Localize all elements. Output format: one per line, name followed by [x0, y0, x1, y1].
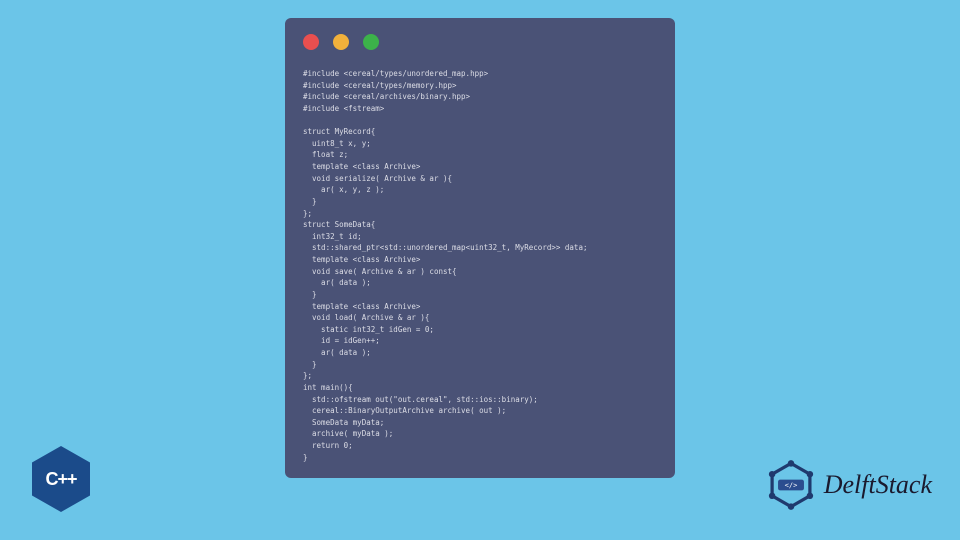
cpp-badge: C++ [32, 446, 90, 512]
delftstack-logo-icon: </> [764, 458, 818, 512]
cpp-hexagon-icon: C++ [32, 446, 90, 512]
svg-text:</>: </> [784, 481, 797, 490]
cpp-label: C++ [45, 469, 76, 490]
brand-name: DelftStack [824, 470, 932, 500]
traffic-lights [303, 34, 657, 50]
minimize-icon [333, 34, 349, 50]
close-icon [303, 34, 319, 50]
brand: </> DelftStack [764, 458, 932, 512]
code-window: #include <cereal/types/unordered_map.hpp… [285, 18, 675, 478]
maximize-icon [363, 34, 379, 50]
code-block: #include <cereal/types/unordered_map.hpp… [303, 68, 657, 463]
